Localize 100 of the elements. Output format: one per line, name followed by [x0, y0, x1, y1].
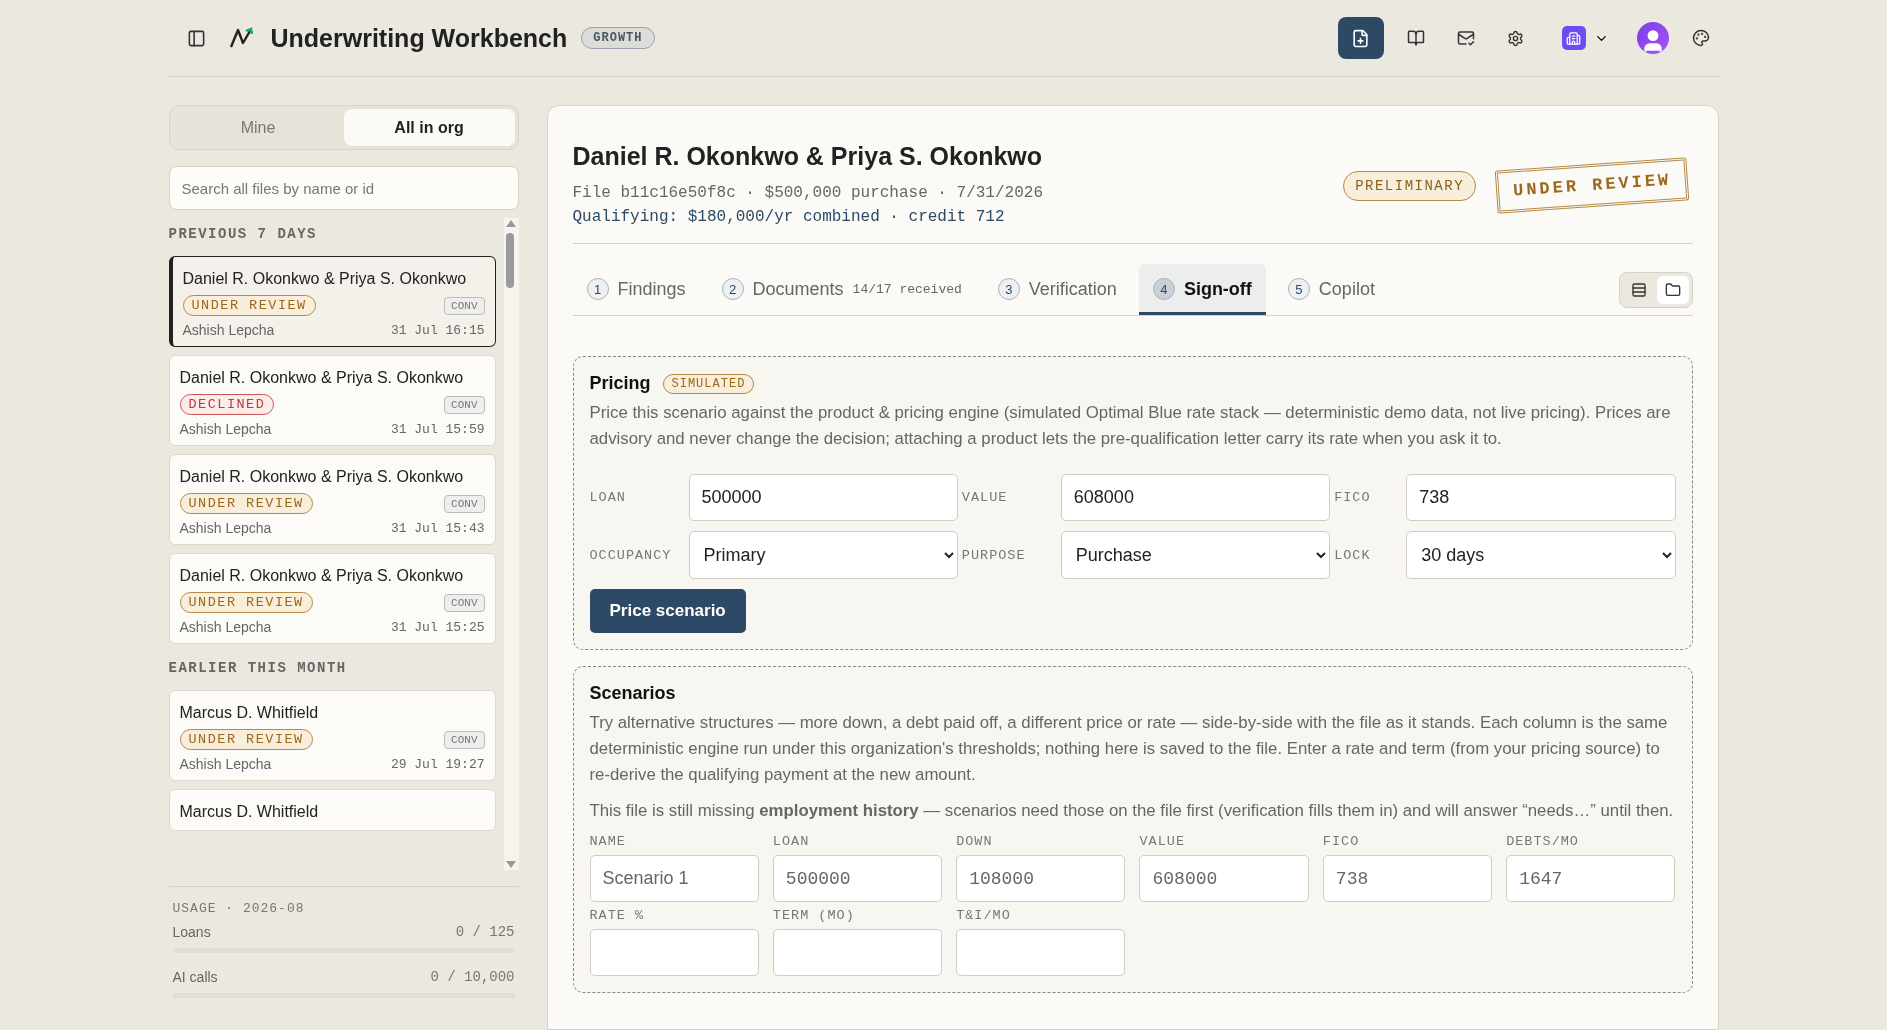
section-tab[interactable]: 4 Sign-off [1138, 264, 1266, 315]
meter-reading: 0 / 10,000 [430, 969, 515, 985]
file-card[interactable]: Daniel R. Okonkwo & Priya S. Okonkwo UNDER REVIEW CONV Ashish Lepcha 31 Jul 15:25 [168, 553, 496, 644]
borrower-name: Daniel R. Okonkwo & Priya S. Okonkwo [179, 368, 465, 388]
loan-type-tag: CONV [444, 296, 485, 315]
field-label: FICO [1334, 490, 1372, 505]
input-field[interactable]: 1647 [1506, 855, 1676, 902]
user-avatar[interactable] [1636, 22, 1669, 54]
timestamp: 31 Jul 15:25 [390, 619, 485, 635]
file-card[interactable]: Daniel R. Okonkwo & Priya S. Okonkwo DECLINED CONV Ashish Lepcha 31 Jul 15:59 [168, 355, 496, 446]
meter-label: Loans [172, 924, 211, 940]
price-scenario-button[interactable]: Price scenario [589, 589, 746, 633]
scope-tab[interactable]: Mine [172, 109, 344, 146]
field-label: PURPOSE [961, 547, 1027, 563]
loan-type-tag: CONV [444, 395, 485, 414]
input-field[interactable]: 738 [1322, 855, 1493, 902]
field-label: TERM (MO) [772, 908, 856, 923]
settings-icon [1507, 29, 1524, 47]
logo-icon [228, 26, 255, 50]
file-card[interactable]: Daniel R. Okonkwo & Priya S. Okonkwo UNDER REVIEW CONV Ashish Lepcha 31 Jul 16:15 [168, 256, 496, 347]
field-label: DEBTS/MO [1506, 834, 1580, 849]
status-badge: DECLINED [179, 394, 275, 415]
section-tab[interactable]: 2 Documents 14/17 received [707, 264, 976, 315]
field-label: FICO [1322, 834, 1361, 849]
input-field[interactable]: 108000 [956, 855, 1126, 902]
field-label: LOAN [589, 490, 627, 505]
field-label: NAME [589, 834, 627, 849]
usage-heading: USAGE · 2026-08 [172, 901, 306, 916]
owner-name: Ashish Lepcha [179, 520, 272, 536]
timestamp: 31 Jul 15:59 [390, 421, 485, 437]
field-label: LOCK [1334, 547, 1372, 563]
timestamp: 29 Jul 19:27 [390, 756, 485, 772]
input-field[interactable] [956, 929, 1126, 976]
select-field[interactable]: 30 days [1406, 531, 1676, 579]
borrower-name: Marcus D. Whitfield [179, 802, 320, 822]
input-field[interactable]: 500000 [772, 855, 943, 902]
meter-reading: 0 / 125 [455, 924, 515, 940]
loan-type-tag: CONV [444, 730, 485, 749]
pricing-description: Price this scenario against the product & pricing engine (simulated Optimal Blue rate stack — deterministic demo data, not live pricing). Prices are advisory and never change the decision; attaching a product lets the pre-qualification letter carry its rate when you ask it to. [589, 402, 1672, 450]
status-badge: UNDER REVIEW [182, 295, 316, 316]
scrollbar[interactable] [503, 218, 519, 870]
scope-tab[interactable]: All in org [343, 109, 515, 146]
borrower-name: Daniel R. Okonkwo & Priya S. Okonkwo [179, 566, 465, 586]
borrower-name: Daniel R. Okonkwo & Priya S. Okonkwo [182, 269, 468, 289]
pricing-title: Pricing [589, 373, 651, 394]
input-field[interactable] [772, 929, 943, 976]
list-icon [1630, 281, 1647, 298]
input-field[interactable]: 738 [1406, 474, 1676, 521]
qualifying-summary: Qualifying: $180,000/yr combined · credit 712 [572, 207, 1006, 228]
field-label: VALUE [1139, 834, 1186, 849]
missing-data-notice: This file is still missing employment history — scenarios need those on the file first (verification fills them in) and will answer “needs…” until then. [589, 800, 1675, 822]
field-label: RATE % [589, 908, 646, 923]
folder-icon [1664, 281, 1681, 298]
timestamp: 31 Jul 15:43 [390, 520, 485, 536]
input-field[interactable]: Scenario 1 [589, 855, 759, 902]
borrower-name: Marcus D. Whitfield [179, 703, 320, 723]
input-field[interactable]: 608000 [1060, 474, 1331, 521]
field-label: LOAN [772, 834, 811, 849]
timestamp: 31 Jul 16:15 [390, 322, 485, 338]
folder-view-button[interactable] [1656, 275, 1689, 304]
file-title: Daniel R. Okonkwo & Priya S. Okonkwo [572, 142, 1043, 171]
preliminary-badge: PRELIMINARY [1343, 170, 1477, 201]
section-tab[interactable]: 5 Copilot [1273, 264, 1389, 315]
field-label: VALUE [961, 490, 1009, 505]
field-label: T&I/MO [956, 908, 1012, 923]
group-heading: PREVIOUS 7 DAYS [168, 225, 319, 244]
scenarios-description: Try alternative structures — more down, a debt paid off, a different price or rate — side-by-side with the file as it stands. Each column is the same deterministic engine run under this organization's thresholds; nothing here is saved to the file. Enter a rate and term (from your pricing source) to re-derive the qualifying payment at the new amount. [589, 712, 1669, 786]
status-stamp: UNDER REVIEW [1494, 157, 1690, 214]
owner-name: Ashish Lepcha [179, 756, 272, 772]
file-meta: File b11c16e50f8c · $500,000 purchase · 7/31/2026 [572, 183, 1043, 204]
simulated-badge: SIMULATED [662, 373, 755, 394]
select-field[interactable]: Primary [688, 531, 958, 579]
scenarios-title: Scenarios [589, 683, 676, 704]
file-card[interactable]: Marcus D. Whitfield UNDER REVIEW CONV Ashish Lepcha 29 Jul 19:27 [168, 690, 496, 781]
new-file-button[interactable] [1337, 17, 1384, 59]
status-badge: UNDER REVIEW [179, 729, 313, 750]
section-tab[interactable]: 1 Findings [572, 264, 700, 315]
app-title: Underwriting Workbench [270, 23, 568, 53]
group-heading: EARLIER THIS MONTH [168, 659, 348, 678]
field-label: OCCUPANCY [589, 547, 673, 563]
borrower-name: Daniel R. Okonkwo & Priya S. Okonkwo [179, 467, 465, 487]
file-card[interactable]: Marcus D. Whitfield [168, 789, 496, 831]
file-card[interactable]: Daniel R. Okonkwo & Priya S. Okonkwo UNDER REVIEW CONV Ashish Lepcha 31 Jul 15:43 [168, 454, 496, 545]
section-tab[interactable]: 3 Verification [983, 264, 1131, 315]
input-field[interactable] [589, 929, 759, 976]
status-badge: UNDER REVIEW [179, 592, 313, 613]
palette-icon [1691, 29, 1710, 47]
owner-name: Ashish Lepcha [182, 322, 275, 338]
field-label: DOWN [956, 834, 994, 849]
plan-badge: GROWTH [581, 27, 655, 49]
mail-icon [1456, 29, 1475, 47]
input-field[interactable]: 608000 [1139, 855, 1309, 902]
file-plus-icon [1351, 28, 1370, 48]
meter-label: AI calls [172, 969, 218, 985]
search-field[interactable]: Search all files by name or id [168, 166, 519, 210]
input-field[interactable]: 500000 [688, 474, 958, 521]
select-field[interactable]: Purchase [1060, 531, 1331, 579]
status-badge: UNDER REVIEW [179, 493, 313, 514]
owner-name: Ashish Lepcha [179, 421, 272, 437]
building-icon [1566, 30, 1581, 46]
